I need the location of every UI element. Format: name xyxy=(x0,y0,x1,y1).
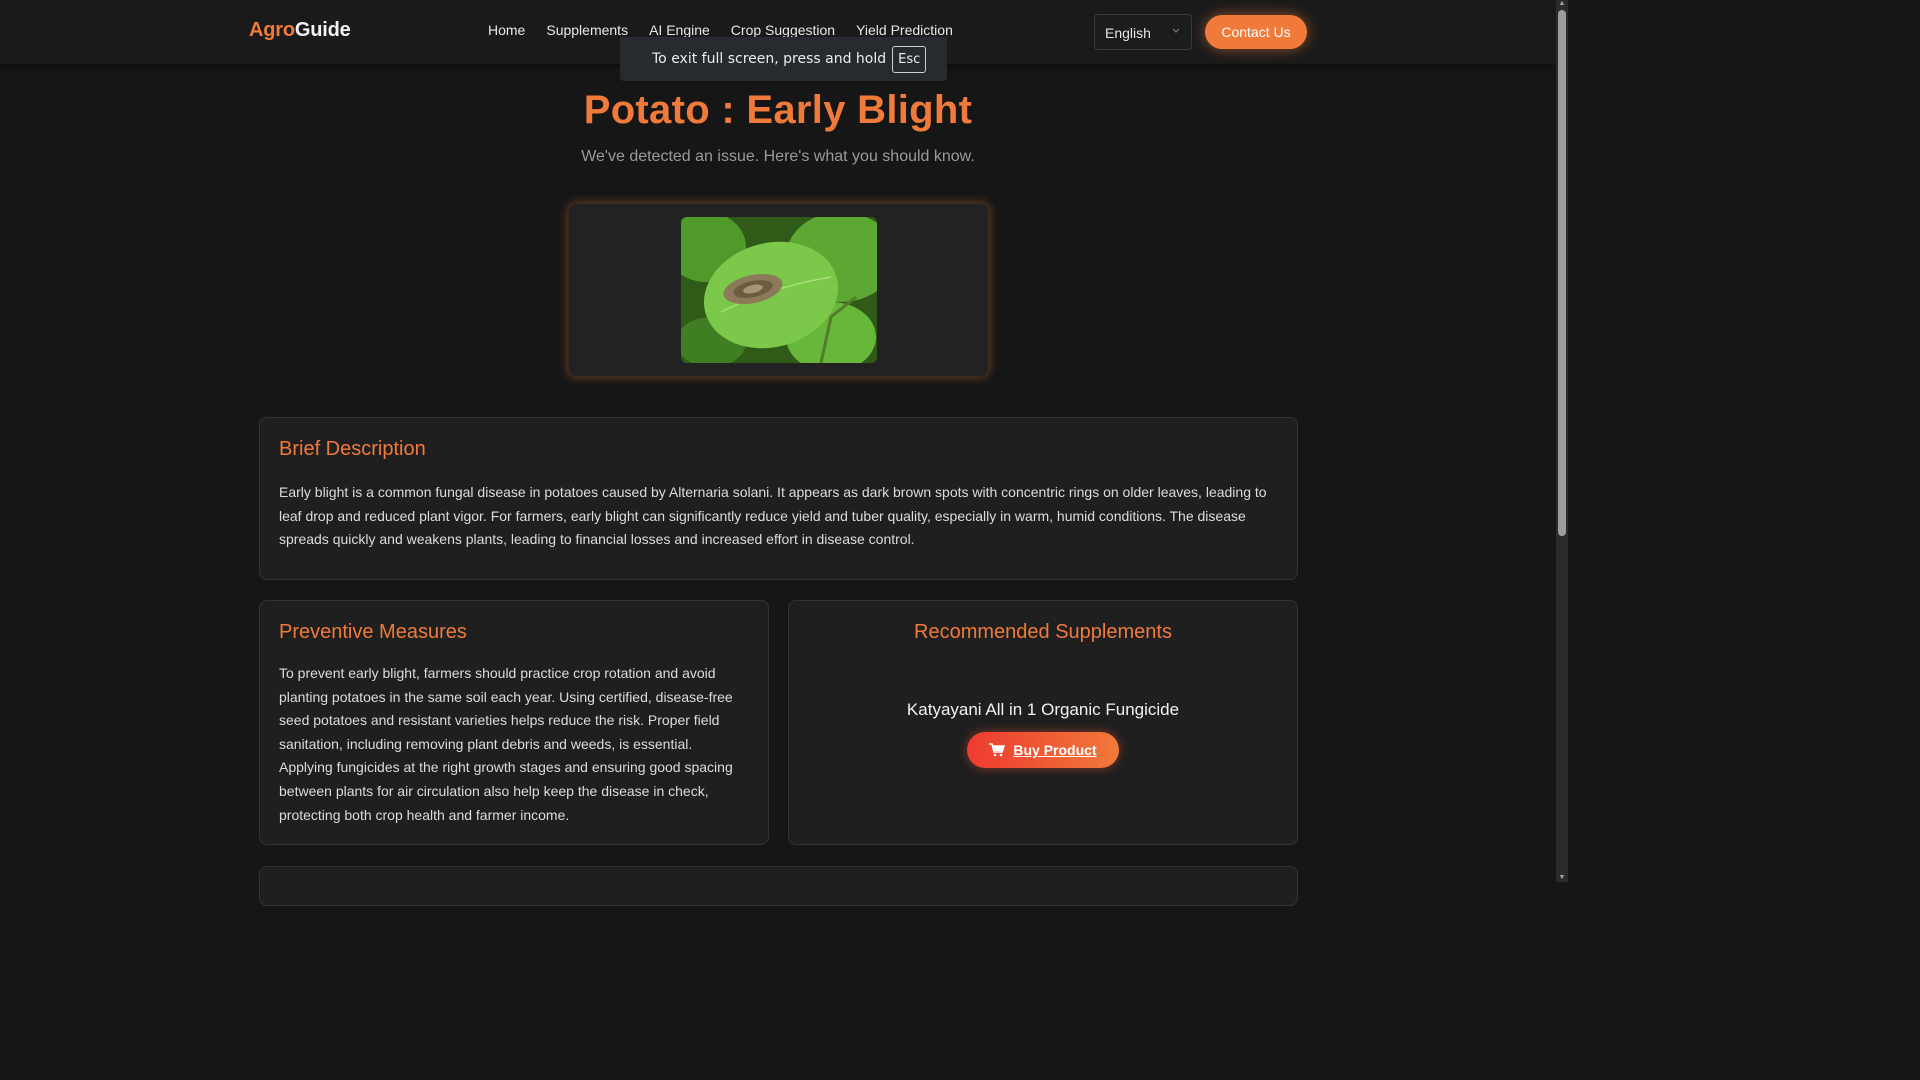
fullscreen-notice-text: To exit full screen, press and hold xyxy=(652,51,887,67)
nav-ai-engine[interactable]: AI Engine xyxy=(649,22,710,38)
esc-key-badge: Esc xyxy=(892,45,927,73)
chevron-down-icon xyxy=(1172,28,1180,33)
product-name: Katyayani All in 1 Organic Fungicide xyxy=(906,700,1180,719)
brief-description-text: Early blight is a common fungal disease … xyxy=(279,484,1267,548)
scrollbar-thumb[interactable] xyxy=(1558,10,1566,536)
nav-supplements[interactable]: Supplements xyxy=(546,22,628,38)
scroll-up-arrow-icon[interactable]: ▲ xyxy=(1558,0,1566,8)
brand-logo[interactable]: AgroGuide xyxy=(249,19,351,42)
cart-icon xyxy=(989,743,1006,757)
preventive-measures-heading: Preventive Measures xyxy=(279,621,467,643)
scroll-down-arrow-icon[interactable]: ▼ xyxy=(1558,874,1566,882)
brand-logo-part1: Agro xyxy=(249,19,295,41)
potato-leaf-photo xyxy=(681,217,877,363)
main-nav: Home Supplements AI Engine Crop Suggesti… xyxy=(488,22,974,38)
uploaded-image-frame xyxy=(568,203,989,377)
preventive-measures-card: Preventive Measures To prevent early bli… xyxy=(259,600,769,845)
page-scrollbar[interactable]: ▲ ▼ xyxy=(1556,0,1568,882)
brief-description-card: Brief Description Early blight is a comm… xyxy=(259,417,1298,580)
recommended-supplements-card: Recommended Supplements Katyayani All in… xyxy=(788,600,1298,845)
language-select[interactable]: English xyxy=(1094,14,1192,50)
nav-yield-prediction[interactable]: Yield Prediction xyxy=(856,22,953,38)
brand-logo-part2: Guide xyxy=(294,19,351,41)
nav-home[interactable]: Home xyxy=(488,22,525,38)
buy-product-button[interactable]: Buy Product xyxy=(967,732,1119,768)
page-subtitle: We've detected an issue. Here's what you… xyxy=(581,148,975,165)
page-title: Potato : Early Blight xyxy=(583,88,973,132)
buy-product-label: Buy Product xyxy=(1013,742,1097,758)
fullscreen-exit-notice: To exit full screen, press and hold Esc xyxy=(620,37,947,81)
next-section-card xyxy=(259,866,1298,906)
preventive-measures-text: To prevent early blight, farmers should … xyxy=(279,665,733,823)
nav-crop-suggestion[interactable]: Crop Suggestion xyxy=(731,22,835,38)
language-selected: English xyxy=(1105,25,1151,41)
leaf-image xyxy=(681,217,877,363)
contact-us-button[interactable]: Contact Us xyxy=(1205,15,1307,49)
brief-description-heading: Brief Description xyxy=(279,438,426,460)
recommended-supplements-heading: Recommended Supplements xyxy=(914,621,1172,643)
